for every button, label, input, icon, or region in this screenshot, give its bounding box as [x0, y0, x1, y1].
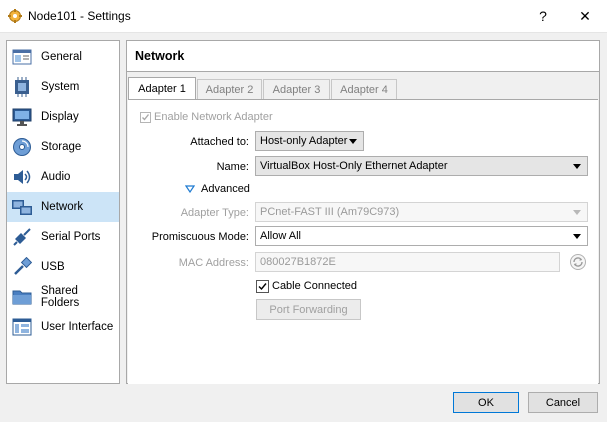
sidebar-item-user-interface[interactable]: User Interface — [7, 312, 119, 342]
chevron-down-icon — [573, 234, 581, 239]
adapter-type-select[interactable]: PCnet-FAST III (Am79C973) — [255, 202, 588, 222]
system-icon — [11, 76, 33, 98]
promiscuous-mode-select[interactable]: Allow All — [255, 226, 588, 246]
help-button[interactable]: ? — [521, 0, 565, 32]
network-icon — [11, 196, 33, 218]
sidebar-item-label: Display — [41, 111, 79, 123]
promiscuous-mode-value: Allow All — [260, 230, 301, 242]
page-header: Network — [127, 41, 599, 72]
attached-to-label: Attached to: — [190, 136, 249, 148]
adapter-tab-panel: Enable Network Adapter Attached to: Host… — [128, 99, 598, 384]
sidebar-item-network[interactable]: Network — [7, 192, 119, 222]
name-label: Name: — [216, 161, 249, 173]
attached-to-value: Host-only Adapter — [260, 135, 348, 147]
adapter-name-select[interactable]: VirtualBox Host-Only Ethernet Adapter — [255, 156, 588, 176]
serial-ports-icon — [11, 226, 33, 248]
sidebar-item-label: Shared Folders — [40, 285, 80, 309]
sidebar-item-display[interactable]: Display — [7, 102, 119, 132]
settings-sidebar: General System Display Storage Audio Net… — [6, 40, 120, 384]
sidebar-item-label: General — [41, 51, 82, 63]
sidebar-item-system[interactable]: System — [7, 72, 119, 102]
sidebar-item-storage[interactable]: Storage — [7, 132, 119, 162]
help-icon: ? — [539, 8, 547, 24]
user-interface-icon — [11, 316, 33, 338]
sidebar-item-label: User Interface — [41, 321, 114, 333]
refresh-icon — [570, 254, 586, 270]
sidebar-item-serial-ports[interactable]: Serial Ports — [7, 222, 119, 252]
checkmark-icon — [142, 114, 150, 121]
sidebar-item-label: Network — [41, 201, 84, 213]
sidebar-item-shared-folders[interactable]: Shared Folders — [7, 282, 119, 312]
checkmark-icon — [258, 283, 267, 291]
cable-connected-checkbox[interactable] — [256, 280, 269, 293]
enable-adapter-label: Enable Network Adapter — [154, 111, 273, 123]
cancel-button[interactable]: Cancel — [528, 392, 598, 413]
sidebar-item-label: System — [41, 81, 80, 93]
shared-folders-icon — [11, 286, 33, 308]
tab-adapter-1[interactable]: Adapter 1 — [128, 77, 196, 100]
sidebar-item-label: Serial Ports — [41, 231, 101, 243]
usb-icon — [11, 256, 33, 278]
settings-page: Network Adapter 1 Adapter 2 Adapter 3 Ad… — [126, 40, 600, 384]
advanced-label: Advanced — [201, 183, 250, 195]
cable-connected-label: Cable Connected — [272, 280, 358, 292]
expand-triangle-icon — [185, 185, 195, 193]
sidebar-item-usb[interactable]: USB — [7, 252, 119, 282]
chevron-down-icon — [349, 139, 357, 144]
virtualbox-app-icon — [8, 9, 22, 23]
tab-adapter-3[interactable]: Adapter 3 — [263, 79, 330, 100]
chevron-down-icon — [573, 164, 581, 169]
adapter-type-value: PCnet-FAST III (Am79C973) — [260, 206, 400, 218]
title-bar: Node101 - Settings ? ✕ — [0, 0, 607, 33]
ok-button[interactable]: OK — [453, 392, 519, 413]
sidebar-item-label: USB — [41, 261, 65, 273]
sidebar-item-general[interactable]: General — [7, 42, 119, 72]
sidebar-item-label: Storage — [41, 141, 82, 153]
adapter-type-label: Adapter Type: — [180, 207, 249, 219]
enable-adapter-checkbox[interactable] — [140, 112, 151, 123]
page-title: Network — [135, 49, 185, 63]
tab-adapter-2[interactable]: Adapter 2 — [197, 79, 262, 100]
display-icon — [11, 106, 33, 128]
close-button[interactable]: ✕ — [563, 0, 607, 32]
mac-address-field[interactable]: 080027B1872E — [255, 252, 560, 272]
attached-to-select[interactable]: Host-only Adapter — [255, 131, 364, 151]
sidebar-item-label: Audio — [41, 171, 71, 183]
general-icon — [11, 46, 33, 68]
promiscuous-mode-label: Promiscuous Mode: — [151, 231, 249, 243]
audio-icon — [11, 166, 33, 188]
tab-adapter-4[interactable]: Adapter 4 — [331, 79, 397, 100]
close-icon: ✕ — [579, 7, 591, 24]
storage-icon — [11, 136, 33, 158]
sidebar-item-audio[interactable]: Audio — [7, 162, 119, 192]
window-title: Node101 - Settings — [28, 9, 131, 23]
port-forwarding-button[interactable]: Port Forwarding — [256, 299, 361, 320]
advanced-toggle[interactable]: Advanced — [185, 181, 250, 197]
adapter-name-value: VirtualBox Host-Only Ethernet Adapter — [260, 160, 448, 172]
mac-address-label: MAC Address: — [178, 257, 249, 269]
refresh-mac-button[interactable] — [569, 253, 587, 271]
chevron-down-icon — [573, 210, 581, 215]
